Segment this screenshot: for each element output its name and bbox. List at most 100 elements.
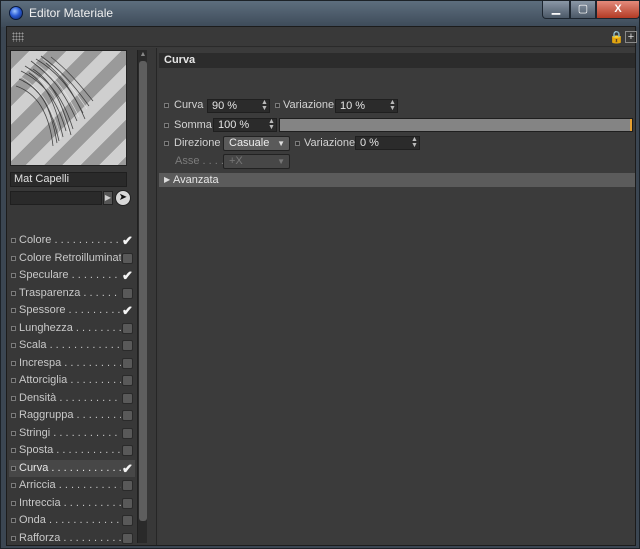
variazione2-value: 0 % xyxy=(360,137,379,149)
variazione-value: 10 % xyxy=(340,100,366,112)
channel-item[interactable]: Trasparenza . . . . . . . . xyxy=(9,285,135,303)
asse-dropdown[interactable]: +X ▼ xyxy=(223,154,290,169)
somma-animate-dot[interactable] xyxy=(164,123,169,128)
channel-dot-icon xyxy=(11,273,16,278)
channel-checkbox[interactable] xyxy=(122,532,133,544)
channel-item[interactable]: Sposta . . . . . . . . . . . . xyxy=(9,442,135,460)
title-bar[interactable]: Editor Materiale ▁ ▢ X xyxy=(1,1,640,25)
channel-label: Speculare . . . . . . . . . . xyxy=(19,269,121,281)
variazione-field[interactable]: 10 % ▲ ▼ xyxy=(335,99,398,113)
channel-item[interactable]: Raggruppa . . . . . . . . . xyxy=(9,407,135,425)
channel-dot-icon xyxy=(11,343,16,348)
channel-checkbox[interactable] xyxy=(122,357,133,369)
curva-label: Curva xyxy=(174,99,204,111)
channel-label: Sposta . . . . . . . . . . . . xyxy=(19,444,121,456)
pointer-pick-icon[interactable]: ➤ xyxy=(115,190,131,206)
close-button[interactable]: X xyxy=(596,1,640,19)
channel-checkbox[interactable] xyxy=(122,322,133,334)
minimize-button[interactable]: ▁ xyxy=(542,1,570,19)
channel-label: Colore . . . . . . . . . . . . . . . xyxy=(19,234,121,246)
somma-slider-handle[interactable] xyxy=(630,119,632,131)
material-name-field[interactable]: Mat Capelli xyxy=(10,172,127,187)
channel-item[interactable]: Lunghezza . . . . . . . . . xyxy=(9,320,135,338)
somma-slider[interactable] xyxy=(279,118,633,132)
channel-list: Colore . . . . . . . . . . . . . . .✔Col… xyxy=(9,232,135,549)
direzione-animate-dot[interactable] xyxy=(164,141,169,146)
somma-spinner-icon[interactable]: ▲ ▼ xyxy=(268,118,275,131)
lock-icon[interactable]: 🔒 xyxy=(609,30,624,44)
curva-field[interactable]: 90 % ▲ ▼ xyxy=(207,99,270,113)
editor-window: Editor Materiale ▁ ▢ X 🔒 + Mat Capelli ▶… xyxy=(0,0,640,549)
checkmark-icon[interactable]: ✔ xyxy=(121,302,134,319)
direzione-dropdown[interactable]: Casuale ▼ xyxy=(223,136,290,151)
channel-checkbox[interactable] xyxy=(122,497,133,509)
channel-item[interactable]: Intreccia . . . . . . . . . . . xyxy=(9,495,135,513)
channel-item[interactable]: Onda . . . . . . . . . . . . . . xyxy=(9,512,135,530)
channel-item[interactable]: Increspa . . . . . . . . . . . xyxy=(9,355,135,373)
attribute-panel: Curva Curva 90 % ▲ ▼ Variazione 10 % ▲ ▼ S… xyxy=(159,48,635,545)
direzione-value: Casuale xyxy=(229,137,270,149)
channel-dot-icon xyxy=(11,325,16,331)
checkmark-icon[interactable]: ✔ xyxy=(121,232,134,249)
channel-dot-icon xyxy=(11,448,16,453)
variazione2-label: Variazione xyxy=(304,137,356,149)
channel-item[interactable]: Attorciglia . . . . . . . . . . xyxy=(9,372,135,390)
channel-checkbox[interactable] xyxy=(122,410,133,421)
curva-spinner-icon[interactable]: ▲ ▼ xyxy=(261,99,268,112)
editor-client: 🔒 + Mat Capelli ▶ ➤ ▲ Colore . . . . . .… xyxy=(6,26,637,549)
add-panel-icon[interactable]: + xyxy=(625,31,637,43)
channel-item[interactable]: Colore Retroilluminato xyxy=(9,250,135,268)
channel-checkbox[interactable] xyxy=(122,427,133,439)
channel-label: Arriccia . . . . . . . . . . . . xyxy=(19,479,121,491)
section-title: Curva xyxy=(159,53,635,68)
channel-search-input[interactable] xyxy=(10,191,102,205)
channel-item[interactable]: Spessore . . . . . . . . . . ✔ xyxy=(9,302,135,320)
curva-animate-dot[interactable] xyxy=(164,103,169,108)
channel-item[interactable]: Densità . . . . . . . . . . . . xyxy=(9,390,135,408)
variazione-animate-dot[interactable] xyxy=(275,103,280,108)
channel-dot-icon xyxy=(11,500,16,506)
channel-checkbox[interactable] xyxy=(122,445,133,456)
scrollbar-thumb[interactable] xyxy=(139,61,147,521)
channel-dot-icon xyxy=(11,238,16,243)
avanzata-group-toggle[interactable]: ▶ Avanzata xyxy=(159,173,635,187)
channel-label: Increspa . . . . . . . . . . . xyxy=(19,356,121,369)
expand-triangle-icon: ▶ xyxy=(164,175,171,184)
channel-checkbox[interactable] xyxy=(122,392,133,404)
channel-item[interactable]: Stringi . . . . . . . . . . . . . xyxy=(9,425,135,443)
search-arrow-icon[interactable]: ▶ xyxy=(103,191,113,205)
checkmark-icon[interactable]: ✔ xyxy=(121,267,134,284)
scroll-up-arrow-icon[interactable]: ▲ xyxy=(138,50,148,60)
channel-dot-icon xyxy=(11,308,16,313)
curva-value: 90 % xyxy=(212,100,238,112)
channel-dot-icon xyxy=(11,255,16,261)
variazione2-animate-dot[interactable] xyxy=(295,141,300,146)
channel-item[interactable]: Speculare . . . . . . . . . . ✔ xyxy=(9,267,135,285)
variazione2-spinner-icon[interactable]: ▲ ▼ xyxy=(411,136,418,149)
material-preview[interactable] xyxy=(10,50,127,166)
channel-scrollbar[interactable]: ▲ xyxy=(137,50,147,543)
somma-label: Somma xyxy=(174,119,212,131)
channel-checkbox[interactable] xyxy=(122,515,133,526)
channel-item[interactable]: Curva . . . . . . . . . . . . . .✔ xyxy=(9,459,135,477)
channel-checkbox[interactable] xyxy=(122,375,133,386)
somma-field[interactable]: 100 % ▲ ▼ xyxy=(213,118,277,132)
channel-checkbox[interactable] xyxy=(122,287,133,299)
variazione2-field[interactable]: 0 % ▲ ▼ xyxy=(355,136,420,150)
hair-strands-image xyxy=(15,55,94,147)
variazione-spinner-icon[interactable]: ▲ ▼ xyxy=(389,99,396,112)
channel-item[interactable]: Scala . . . . . . . . . . . . . . xyxy=(9,337,135,355)
grip-icon[interactable] xyxy=(12,32,24,42)
chevron-down-icon: ▼ xyxy=(277,139,285,148)
variazione-label: Variazione xyxy=(283,99,335,111)
channel-checkbox[interactable] xyxy=(122,340,133,351)
checkmark-icon[interactable]: ✔ xyxy=(121,460,134,477)
asse-label: Asse . . . . xyxy=(175,155,224,167)
channel-item[interactable]: Arriccia . . . . . . . . . . . . xyxy=(9,477,135,495)
channel-checkbox[interactable] xyxy=(122,480,133,491)
maximize-button[interactable]: ▢ xyxy=(570,1,596,19)
channel-checkbox[interactable] xyxy=(122,252,133,264)
channel-dot-icon xyxy=(11,378,16,383)
channel-item[interactable]: Colore . . . . . . . . . . . . . . .✔ xyxy=(9,232,135,250)
channel-item[interactable]: Rafforza . . . . . . . . . . . xyxy=(9,530,135,548)
